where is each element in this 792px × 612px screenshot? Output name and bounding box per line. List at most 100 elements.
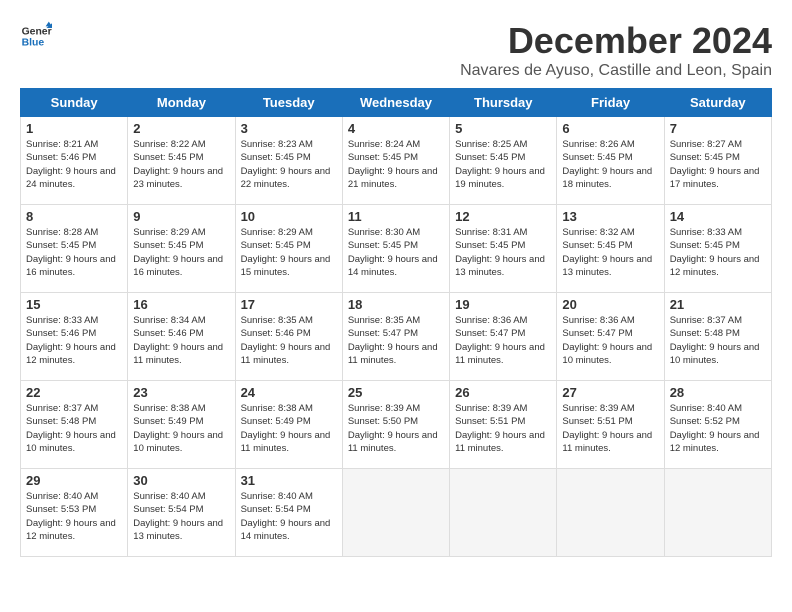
day-number: 25 bbox=[348, 385, 444, 400]
day-number: 4 bbox=[348, 121, 444, 136]
table-row bbox=[664, 469, 771, 557]
calendar-table: Sunday Monday Tuesday Wednesday Thursday… bbox=[20, 88, 772, 557]
svg-text:Blue: Blue bbox=[22, 38, 45, 49]
day-info: Sunrise: 8:29 AM Sunset: 5:45 PM Dayligh… bbox=[241, 226, 337, 279]
day-number: 29 bbox=[26, 473, 122, 488]
table-row: 29Sunrise: 8:40 AM Sunset: 5:53 PM Dayli… bbox=[21, 469, 128, 557]
day-number: 19 bbox=[455, 297, 551, 312]
day-number: 17 bbox=[241, 297, 337, 312]
table-row: 12 Sunrise: 8:31 AM Sunset: 5:45 PM Dayli… bbox=[450, 205, 557, 293]
table-row: 15 Sunrise: 8:33 AM Sunset: 5:46 PM Dayli… bbox=[21, 293, 128, 381]
day-number: 18 bbox=[348, 297, 444, 312]
day-info: Sunrise: 8:40 AM Sunset: 5:52 PM Dayligh… bbox=[670, 402, 766, 455]
day-info: Sunrise: 8:23 AM Sunset: 5:45 PM Dayligh… bbox=[241, 138, 337, 191]
day-info: Sunrise: 8:37 AM Sunset: 5:48 PM Dayligh… bbox=[670, 314, 766, 367]
day-number: 10 bbox=[241, 209, 337, 224]
th-tuesday: Tuesday bbox=[235, 89, 342, 117]
day-info: Sunrise: 8:25 AM Sunset: 5:45 PM Dayligh… bbox=[455, 138, 551, 191]
day-number: 8 bbox=[26, 209, 122, 224]
th-sunday: Sunday bbox=[21, 89, 128, 117]
day-number: 23 bbox=[133, 385, 229, 400]
day-number: 9 bbox=[133, 209, 229, 224]
logo: General Blue bbox=[20, 20, 52, 52]
table-row: 2 Sunrise: 8:22 AM Sunset: 5:45 PM Daylig… bbox=[128, 117, 235, 205]
table-row: 5 Sunrise: 8:25 AM Sunset: 5:45 PM Daylig… bbox=[450, 117, 557, 205]
day-number: 22 bbox=[26, 385, 122, 400]
table-row: 19 Sunrise: 8:36 AM Sunset: 5:47 PM Dayli… bbox=[450, 293, 557, 381]
day-info: Sunrise: 8:39 AM Sunset: 5:51 PM Dayligh… bbox=[562, 402, 658, 455]
header: General Blue December 2024 Navares de Ay… bbox=[20, 20, 772, 80]
table-row bbox=[450, 469, 557, 557]
table-row: 24 Sunrise: 8:38 AM Sunset: 5:49 PM Dayli… bbox=[235, 381, 342, 469]
header-row: Sunday Monday Tuesday Wednesday Thursday… bbox=[21, 89, 772, 117]
calendar-row: 8 Sunrise: 8:28 AM Sunset: 5:45 PM Daylig… bbox=[21, 205, 772, 293]
day-number: 14 bbox=[670, 209, 766, 224]
day-info: Sunrise: 8:40 AM Sunset: 5:54 PM Dayligh… bbox=[133, 490, 229, 543]
table-row: 3Sunrise: 8:23 AM Sunset: 5:45 PM Daylig… bbox=[235, 117, 342, 205]
table-row: 17 Sunrise: 8:35 AM Sunset: 5:46 PM Dayli… bbox=[235, 293, 342, 381]
day-number: 15 bbox=[26, 297, 122, 312]
day-info: Sunrise: 8:39 AM Sunset: 5:50 PM Dayligh… bbox=[348, 402, 444, 455]
table-row: 13 Sunrise: 8:32 AM Sunset: 5:45 PM Dayli… bbox=[557, 205, 664, 293]
day-info: Sunrise: 8:21 AM Sunset: 5:46 PM Dayligh… bbox=[26, 138, 122, 191]
table-row bbox=[342, 469, 449, 557]
day-info: Sunrise: 8:38 AM Sunset: 5:49 PM Dayligh… bbox=[241, 402, 337, 455]
table-row: 11 Sunrise: 8:30 AM Sunset: 5:45 PM Dayli… bbox=[342, 205, 449, 293]
month-title: December 2024 bbox=[460, 20, 772, 62]
day-info: Sunrise: 8:28 AM Sunset: 5:45 PM Dayligh… bbox=[26, 226, 122, 279]
th-monday: Monday bbox=[128, 89, 235, 117]
day-number: 11 bbox=[348, 209, 444, 224]
table-row: 27 Sunrise: 8:39 AM Sunset: 5:51 PM Dayli… bbox=[557, 381, 664, 469]
day-info: Sunrise: 8:22 AM Sunset: 5:45 PM Dayligh… bbox=[133, 138, 229, 191]
day-info: Sunrise: 8:24 AM Sunset: 5:45 PM Dayligh… bbox=[348, 138, 444, 191]
table-row: 6 Sunrise: 8:26 AM Sunset: 5:45 PM Daylig… bbox=[557, 117, 664, 205]
day-info: Sunrise: 8:31 AM Sunset: 5:45 PM Dayligh… bbox=[455, 226, 551, 279]
day-number: 7 bbox=[670, 121, 766, 136]
subtitle: Navares de Ayuso, Castille and Leon, Spa… bbox=[460, 62, 772, 80]
day-info: Sunrise: 8:33 AM Sunset: 5:45 PM Dayligh… bbox=[670, 226, 766, 279]
calendar-row: 22 Sunrise: 8:37 AM Sunset: 5:48 PM Dayli… bbox=[21, 381, 772, 469]
day-info: Sunrise: 8:38 AM Sunset: 5:49 PM Dayligh… bbox=[133, 402, 229, 455]
th-wednesday: Wednesday bbox=[342, 89, 449, 117]
day-info: Sunrise: 8:26 AM Sunset: 5:45 PM Dayligh… bbox=[562, 138, 658, 191]
table-row: 30Sunrise: 8:40 AM Sunset: 5:54 PM Dayli… bbox=[128, 469, 235, 557]
day-number: 24 bbox=[241, 385, 337, 400]
day-info: Sunrise: 8:35 AM Sunset: 5:46 PM Dayligh… bbox=[241, 314, 337, 367]
th-thursday: Thursday bbox=[450, 89, 557, 117]
day-info: Sunrise: 8:36 AM Sunset: 5:47 PM Dayligh… bbox=[455, 314, 551, 367]
table-row: 31 Sunrise: 8:40 AM Sunset: 5:54 PM Dayli… bbox=[235, 469, 342, 557]
day-number: 26 bbox=[455, 385, 551, 400]
table-row: 26 Sunrise: 8:39 AM Sunset: 5:51 PM Dayli… bbox=[450, 381, 557, 469]
svg-text:General: General bbox=[22, 26, 52, 37]
day-info: Sunrise: 8:37 AM Sunset: 5:48 PM Dayligh… bbox=[26, 402, 122, 455]
calendar-row: 29Sunrise: 8:40 AM Sunset: 5:53 PM Dayli… bbox=[21, 469, 772, 557]
day-info: Sunrise: 8:40 AM Sunset: 5:54 PM Dayligh… bbox=[241, 490, 337, 543]
logo-icon: General Blue bbox=[20, 20, 52, 52]
day-number: 2 bbox=[133, 121, 229, 136]
day-number: 13 bbox=[562, 209, 658, 224]
day-number: 12 bbox=[455, 209, 551, 224]
day-info: Sunrise: 8:33 AM Sunset: 5:46 PM Dayligh… bbox=[26, 314, 122, 367]
day-number: 20 bbox=[562, 297, 658, 312]
day-info: Sunrise: 8:39 AM Sunset: 5:51 PM Dayligh… bbox=[455, 402, 551, 455]
day-info: Sunrise: 8:32 AM Sunset: 5:45 PM Dayligh… bbox=[562, 226, 658, 279]
day-info: Sunrise: 8:29 AM Sunset: 5:45 PM Dayligh… bbox=[133, 226, 229, 279]
table-row: 25 Sunrise: 8:39 AM Sunset: 5:50 PM Dayli… bbox=[342, 381, 449, 469]
day-number: 31 bbox=[241, 473, 337, 488]
calendar-row: 1 Sunrise: 8:21 AM Sunset: 5:46 PM Daylig… bbox=[21, 117, 772, 205]
table-row: 18Sunrise: 8:35 AM Sunset: 5:47 PM Dayli… bbox=[342, 293, 449, 381]
day-number: 5 bbox=[455, 121, 551, 136]
day-info: Sunrise: 8:36 AM Sunset: 5:47 PM Dayligh… bbox=[562, 314, 658, 367]
day-number: 27 bbox=[562, 385, 658, 400]
table-row: 20 Sunrise: 8:36 AM Sunset: 5:47 PM Dayli… bbox=[557, 293, 664, 381]
table-row: 14 Sunrise: 8:33 AM Sunset: 5:45 PM Dayli… bbox=[664, 205, 771, 293]
table-row: 23 Sunrise: 8:38 AM Sunset: 5:49 PM Dayli… bbox=[128, 381, 235, 469]
table-row: 1 Sunrise: 8:21 AM Sunset: 5:46 PM Daylig… bbox=[21, 117, 128, 205]
day-number: 1 bbox=[26, 121, 122, 136]
table-row: 10 Sunrise: 8:29 AM Sunset: 5:45 PM Dayli… bbox=[235, 205, 342, 293]
day-number: 6 bbox=[562, 121, 658, 136]
table-row: 22 Sunrise: 8:37 AM Sunset: 5:48 PM Dayli… bbox=[21, 381, 128, 469]
day-info: Sunrise: 8:27 AM Sunset: 5:45 PM Dayligh… bbox=[670, 138, 766, 191]
day-info: Sunrise: 8:30 AM Sunset: 5:45 PM Dayligh… bbox=[348, 226, 444, 279]
table-row: 21Sunrise: 8:37 AM Sunset: 5:48 PM Dayli… bbox=[664, 293, 771, 381]
